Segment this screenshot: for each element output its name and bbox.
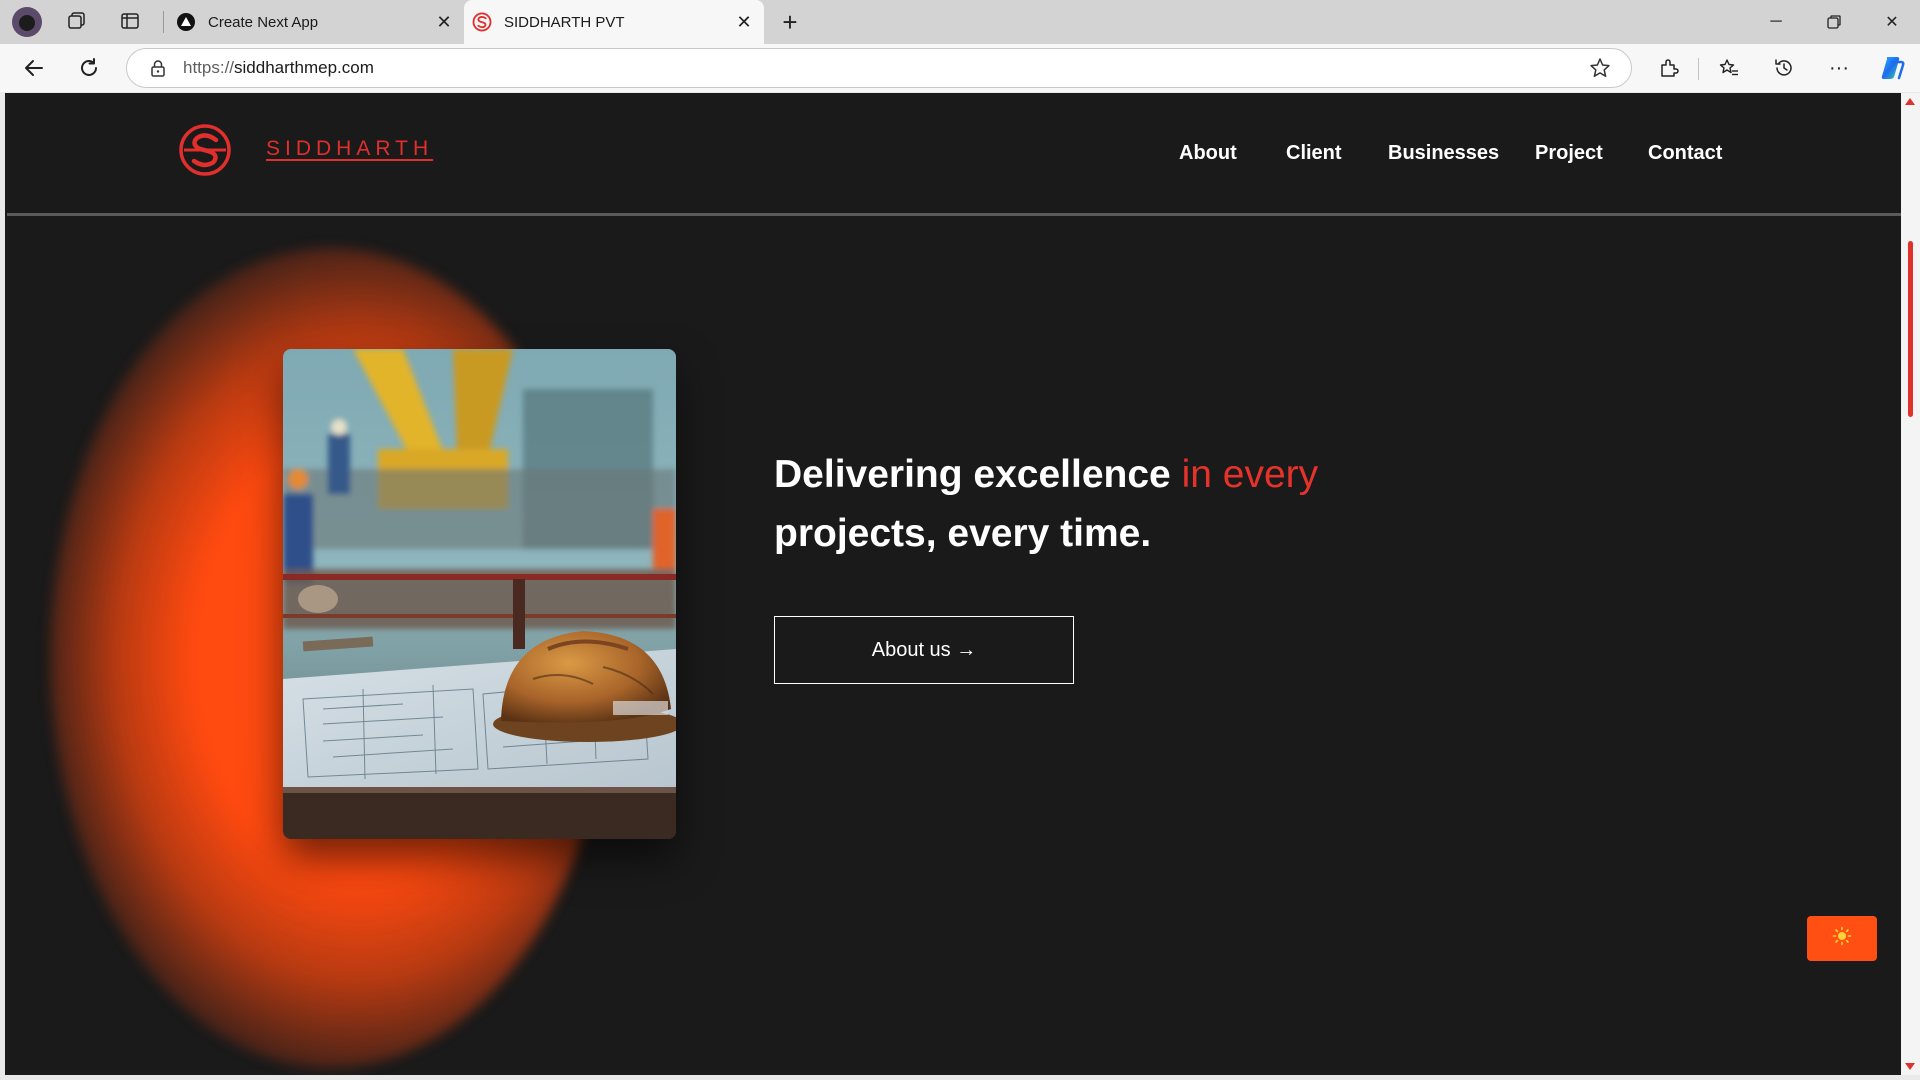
scroll-up-arrow-icon[interactable] [1905, 98, 1915, 105]
nav-about[interactable]: About [1179, 142, 1237, 165]
nav-client[interactable]: Client [1286, 142, 1342, 165]
tab-title: Create Next App [208, 13, 319, 31]
workspaces-icon[interactable] [63, 7, 91, 35]
url-text: https://siddharthmep.com [183, 58, 1587, 78]
favorite-star-icon[interactable] [1587, 55, 1613, 81]
header-divider [7, 213, 1901, 216]
siddharth-logo-icon[interactable] [178, 123, 232, 177]
nav-contact[interactable]: Contact [1648, 142, 1722, 165]
brand-link[interactable]: SIDDHARTH [266, 137, 433, 161]
minimize-icon[interactable]: ─ [1748, 0, 1804, 44]
tab-siddharth-pvt[interactable]: SIDDHARTH PVT ✕ [464, 0, 764, 44]
history-icon[interactable] [1769, 53, 1799, 83]
close-icon[interactable]: ✕ [430, 8, 458, 36]
reload-icon[interactable] [75, 54, 103, 82]
hero-image-construction-site [283, 349, 676, 839]
more-options-icon[interactable]: ··· [1824, 53, 1854, 83]
url-protocol: https:// [183, 58, 235, 77]
toolbar-separator [1698, 58, 1699, 80]
url-field[interactable]: https://siddharthmep.com [126, 48, 1632, 88]
sun-icon [1832, 926, 1852, 951]
back-icon[interactable] [20, 54, 48, 82]
tab-separator [163, 11, 164, 33]
close-icon[interactable]: ✕ [730, 8, 758, 36]
site-header: SIDDHARTH About Client Businesses Projec… [5, 93, 1901, 213]
address-bar-row: https://siddharthmep.com ··· [0, 44, 1920, 92]
scrollbar-thumb[interactable] [1908, 241, 1913, 417]
new-tab-button[interactable]: + [775, 7, 805, 37]
about-us-button[interactable]: About us → [774, 616, 1074, 684]
headline-accent: in every [1181, 453, 1319, 496]
vertical-tabs-icon[interactable] [116, 7, 144, 35]
extensions-icon[interactable] [1654, 53, 1684, 83]
tab-create-next-app[interactable]: Create Next App ✕ [168, 0, 464, 44]
profile-avatar[interactable] [12, 7, 42, 37]
tab-title: SIDDHARTH PVT [504, 13, 625, 31]
window-bottom-edge [0, 1075, 1920, 1080]
page-viewport: SIDDHARTH About Client Businesses Projec… [5, 93, 1901, 1075]
browser-tab-bar: Create Next App ✕ SIDDHARTH PVT ✕ + ─ ✕ [0, 0, 1920, 44]
nav-businesses[interactable]: Businesses [1388, 142, 1499, 165]
close-window-icon[interactable]: ✕ [1864, 0, 1920, 44]
url-host: siddharthmep.com [234, 58, 374, 77]
lock-icon[interactable] [149, 59, 167, 77]
siddharth-logo-icon [472, 12, 492, 32]
headline-part-2: projects, every time. [774, 512, 1152, 555]
theme-toggle-button[interactable] [1807, 916, 1877, 961]
hero-headline: Delivering excellence in every projects, … [774, 445, 1394, 563]
restore-icon[interactable] [1806, 0, 1862, 44]
nav-project[interactable]: Project [1535, 142, 1603, 165]
copilot-icon[interactable] [1877, 53, 1907, 83]
triangle-icon [176, 12, 196, 32]
favorites-icon[interactable] [1714, 53, 1744, 83]
headline-part-1: Delivering excellence [774, 453, 1182, 496]
page-scrollbar[interactable] [1901, 93, 1920, 1075]
scroll-down-arrow-icon[interactable] [1905, 1063, 1915, 1070]
